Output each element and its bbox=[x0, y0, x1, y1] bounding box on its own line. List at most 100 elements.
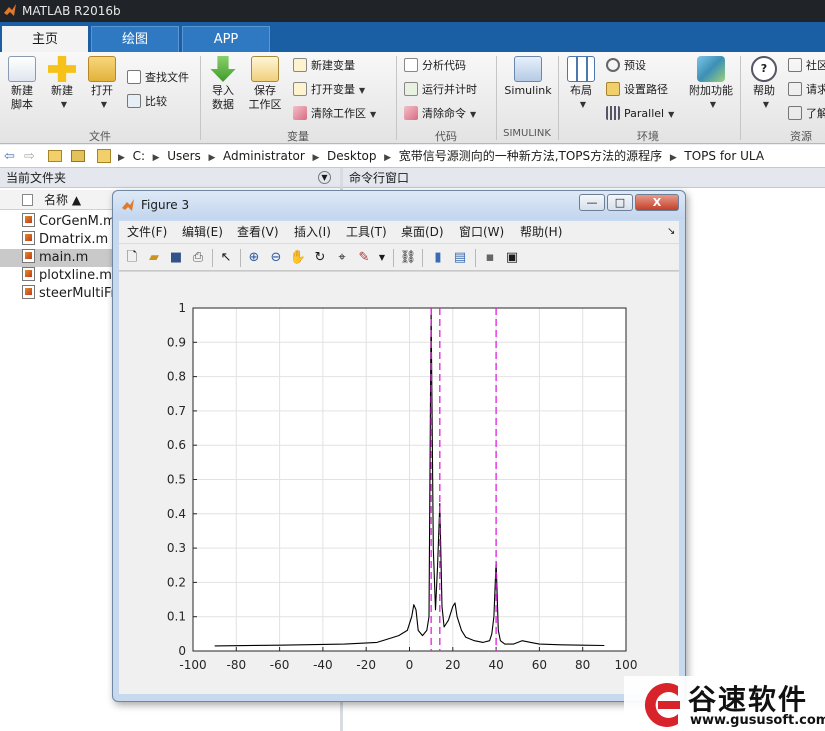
preferences-button[interactable]: 预设 bbox=[606, 56, 646, 76]
chevron-right-icon: ▶ bbox=[312, 153, 320, 163]
parallel-button[interactable]: Parallel ▼ bbox=[606, 104, 674, 124]
toolbar-divider bbox=[475, 249, 476, 267]
learn-matlab-button[interactable]: 了解 bbox=[788, 104, 825, 124]
x-tick-label: 60 bbox=[532, 658, 547, 672]
group-label-environment: 环境 bbox=[637, 130, 659, 143]
menu-help[interactable]: 帮助(H) bbox=[520, 221, 562, 243]
community-button[interactable]: 社区 bbox=[788, 56, 825, 76]
new-button[interactable]: 新建 ▼ bbox=[45, 56, 79, 112]
save-workspace-icon bbox=[251, 56, 279, 82]
figure-titlebar[interactable]: Figure 3 — □ X bbox=[113, 191, 685, 219]
request-support-label: 请求 bbox=[806, 83, 825, 96]
tab-home[interactable]: 主页 bbox=[2, 26, 88, 52]
insert-colorbar-icon[interactable]: ▮ bbox=[429, 249, 447, 267]
brush-dropdown-icon[interactable]: ▼ bbox=[373, 249, 391, 267]
help-button[interactable]: ? 帮助 ▼ bbox=[746, 56, 782, 112]
addons-button[interactable]: 附加功能 ▼ bbox=[686, 56, 736, 112]
menu-tools[interactable]: 工具(T) bbox=[346, 221, 387, 243]
figure-canvas: -100 -80 -60 -40 -20 0 20 40 60 80 100 0 0.1 0.2 0.3 0.… bbox=[119, 272, 679, 694]
import-arrow-icon bbox=[210, 56, 236, 82]
maximize-button[interactable]: □ bbox=[607, 194, 633, 211]
panel-menu-icon[interactable]: ▼ bbox=[318, 171, 331, 184]
line-plot[interactable]: -100 -80 -60 -40 -20 0 20 40 60 80 100 0 0.1 0.2 0.3 0.… bbox=[119, 272, 679, 694]
group-label-simulink: SIMULINK bbox=[503, 128, 551, 139]
file-list-item[interactable]: steerMultiFr bbox=[0, 285, 112, 303]
hide-plot-tools-icon[interactable]: ▪ bbox=[481, 249, 499, 267]
menu-edit[interactable]: 编辑(E) bbox=[182, 221, 223, 243]
app-title: MATLAB R2016b bbox=[22, 4, 121, 18]
link-plot-icon[interactable]: ⛓ bbox=[399, 249, 417, 267]
save-icon[interactable]: ■ bbox=[167, 249, 185, 267]
crumb-project-folder[interactable]: 宽带信号源测向的一种新方法,TOPS方法的源程序 bbox=[399, 149, 662, 163]
file-name: main.m bbox=[39, 250, 89, 265]
m-file-icon bbox=[22, 267, 35, 281]
analyze-code-button[interactable]: 分析代码 bbox=[404, 56, 466, 76]
data-cursor-icon[interactable]: ⌖ bbox=[333, 249, 351, 267]
set-path-button[interactable]: 设置路径 bbox=[606, 80, 668, 100]
tab-apps[interactable]: APP bbox=[182, 26, 270, 52]
insert-legend-icon[interactable]: ▤ bbox=[451, 249, 469, 267]
run-and-time-button[interactable]: 运行并计时 bbox=[404, 80, 477, 100]
name-column-header[interactable]: 名称 ▲ bbox=[0, 190, 115, 210]
find-files-button[interactable]: 查找文件 bbox=[127, 68, 189, 88]
zoom-out-icon[interactable]: ⊖ bbox=[267, 249, 285, 267]
crumb-desktop[interactable]: Desktop bbox=[327, 149, 377, 163]
zoom-in-icon[interactable]: ⊕ bbox=[245, 249, 263, 267]
x-tick-label: -40 bbox=[313, 658, 333, 672]
import-data-button[interactable]: 导入 数据 bbox=[206, 56, 240, 112]
edit-plot-arrow-icon[interactable]: ↖ bbox=[217, 249, 235, 267]
minimize-button[interactable]: — bbox=[579, 194, 605, 211]
layout-button[interactable]: 布局 ▼ bbox=[564, 56, 598, 112]
show-plot-tools-icon[interactable]: ▣ bbox=[503, 249, 521, 267]
new-variable-button[interactable]: 新建变量 bbox=[293, 56, 355, 76]
file-list-item[interactable]: plotxline.m bbox=[0, 267, 112, 285]
dock-arrow-icon[interactable]: ↘ bbox=[667, 221, 675, 243]
browse-folder-icon[interactable] bbox=[71, 150, 85, 162]
open-variable-icon bbox=[293, 82, 307, 96]
open-variable-button[interactable]: 打开变量 ▼ bbox=[293, 80, 365, 100]
new-script-button[interactable]: 新建 脚本 bbox=[4, 56, 40, 112]
forward-arrow-icon[interactable]: ⇨ bbox=[24, 145, 35, 168]
tab-plots[interactable]: 绘图 bbox=[91, 26, 179, 52]
pan-hand-icon[interactable]: ✋ bbox=[289, 249, 307, 267]
menu-view[interactable]: 查看(V) bbox=[237, 221, 279, 243]
file-list-item[interactable]: Dmatrix.m bbox=[0, 231, 112, 249]
set-path-label: 设置路径 bbox=[624, 83, 668, 96]
close-button[interactable]: X bbox=[635, 194, 679, 211]
menu-file[interactable]: 文件(F) bbox=[127, 221, 167, 243]
name-column-label: 名称 ▲ bbox=[44, 193, 82, 207]
x-tick-label: -20 bbox=[356, 658, 376, 672]
new-variable-icon bbox=[293, 58, 307, 72]
clear-workspace-button[interactable]: 清除工作区 ▼ bbox=[293, 104, 376, 124]
matlab-logo-icon bbox=[122, 199, 134, 211]
chevron-right-icon: ▶ bbox=[118, 153, 125, 163]
file-list-item[interactable]: main.m bbox=[0, 249, 112, 267]
request-support-button[interactable]: 请求 bbox=[788, 80, 825, 100]
up-folder-icon[interactable] bbox=[48, 150, 62, 162]
open-file-icon[interactable]: ▰ bbox=[145, 249, 163, 267]
help-label: 帮助 bbox=[753, 84, 775, 97]
back-arrow-icon[interactable]: ⇦ bbox=[4, 145, 15, 168]
open-button[interactable]: 打开 ▼ bbox=[85, 56, 119, 112]
crumb-administrator[interactable]: Administrator bbox=[223, 149, 305, 163]
crumb-tops-for-ula[interactable]: TOPS for ULA bbox=[684, 149, 764, 163]
x-tick-label: 80 bbox=[575, 658, 590, 672]
simulink-button[interactable]: Simulink bbox=[500, 56, 556, 98]
toolbar-divider bbox=[240, 249, 241, 267]
menu-window[interactable]: 窗口(W) bbox=[459, 221, 504, 243]
menu-insert[interactable]: 插入(I) bbox=[294, 221, 331, 243]
rotate-3d-icon[interactable]: ↻ bbox=[311, 249, 329, 267]
crumb-drive[interactable]: C: bbox=[133, 149, 145, 163]
print-icon[interactable]: ⎙ bbox=[189, 249, 207, 267]
new-figure-icon[interactable]: 🗋 bbox=[123, 249, 141, 267]
menu-desktop[interactable]: 桌面(D) bbox=[401, 221, 444, 243]
find-files-label: 查找文件 bbox=[145, 71, 189, 84]
crumb-users[interactable]: Users bbox=[167, 149, 201, 163]
clear-commands-button[interactable]: 清除命令 ▼ bbox=[404, 104, 476, 124]
gear-icon bbox=[606, 58, 620, 72]
brush-icon[interactable]: ✎ bbox=[355, 249, 373, 267]
save-workspace-button[interactable]: 保存 工作区 bbox=[245, 56, 285, 112]
file-list-item[interactable]: CorGenM.m bbox=[0, 213, 112, 231]
breadcrumb[interactable]: ▶ C: ▶ Users ▶ Administrator ▶ Desktop ▶… bbox=[118, 145, 764, 170]
compare-button[interactable]: 比较 bbox=[127, 92, 167, 112]
